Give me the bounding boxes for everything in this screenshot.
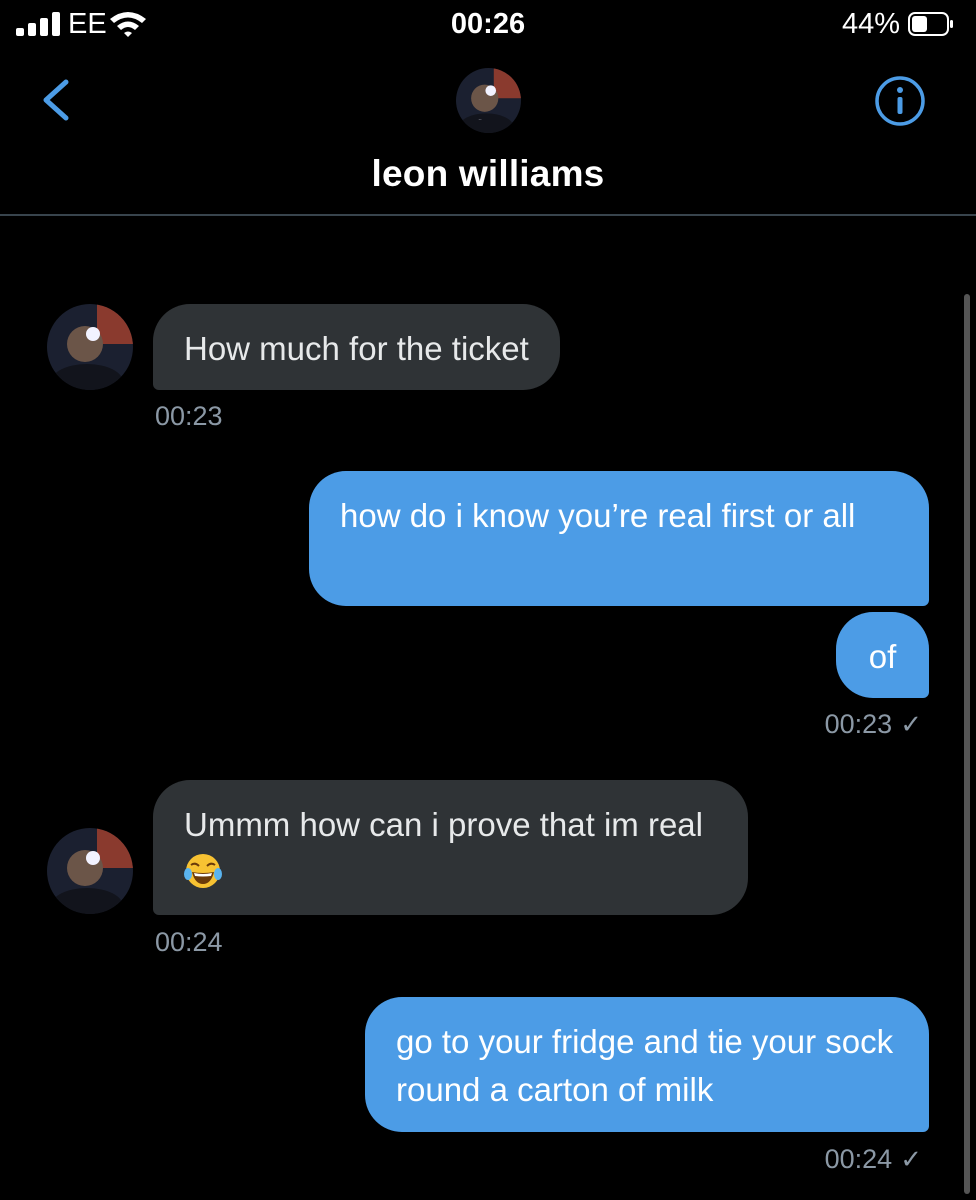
sent-message[interactable]: go to your fridge and tie your sock roun… xyxy=(365,997,929,1132)
sent-check-icon: ✓ xyxy=(900,709,922,739)
svg-text:~: ~ xyxy=(479,117,482,123)
status-bar: EE 00:26 44% xyxy=(0,0,976,50)
header-avatar[interactable]: ~ xyxy=(456,68,521,133)
back-chevron-icon[interactable] xyxy=(36,76,76,124)
header-divider xyxy=(0,214,976,216)
received-message[interactable]: Ummm how can i prove that im real xyxy=(153,780,748,915)
conversation-title: leon williams xyxy=(371,153,605,194)
message-timestamp: 00:24 ✓ xyxy=(824,1144,922,1174)
message-timestamp: 00:23 xyxy=(155,401,223,431)
received-message[interactable]: How much for the ticket xyxy=(153,304,560,390)
sender-avatar[interactable] xyxy=(47,304,133,390)
message-timestamp: 00:24 xyxy=(155,927,223,957)
info-icon[interactable] xyxy=(874,75,926,127)
scrollbar[interactable] xyxy=(964,294,970,1194)
sender-avatar[interactable] xyxy=(47,828,133,914)
sent-message[interactable]: of xyxy=(836,612,929,698)
battery-percentage: 44% xyxy=(841,8,900,40)
tears-of-joy-emoji-icon xyxy=(184,854,222,888)
message-timestamp: 00:23 ✓ xyxy=(824,709,922,739)
sent-message[interactable]: how do i know you’re real first or all xyxy=(309,471,929,606)
status-time: 00:26 xyxy=(450,8,526,40)
battery-icon xyxy=(908,12,953,36)
sent-check-icon: ✓ xyxy=(900,1144,922,1174)
